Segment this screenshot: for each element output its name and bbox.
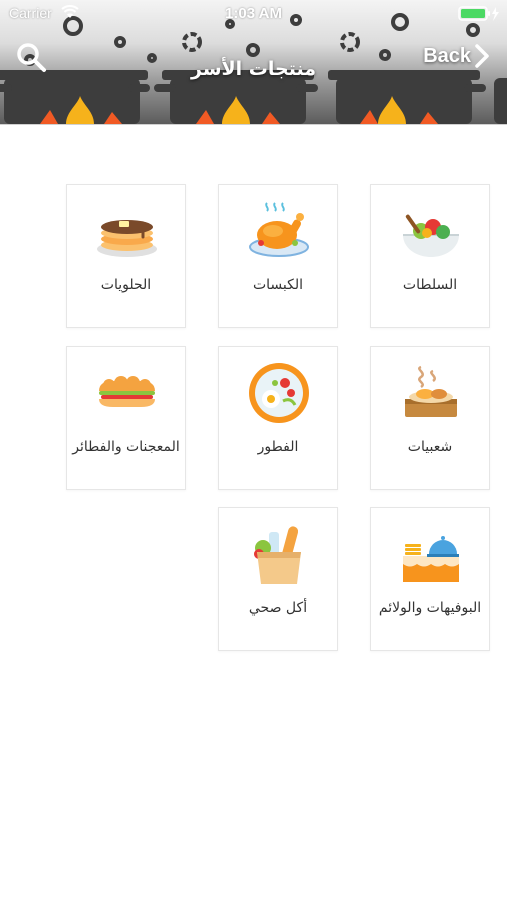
battery-icon	[458, 6, 499, 21]
back-label: Back	[423, 44, 471, 67]
roast-chicken-icon	[249, 202, 309, 257]
category-tile-kabsa[interactable]: الكبسات	[218, 184, 338, 328]
category-tile-salads[interactable]: السلطات	[370, 184, 490, 328]
category-tile-healthy-food[interactable]: أكل صحي	[218, 507, 338, 651]
chevron-right-icon	[475, 44, 489, 68]
status-time: 1:03 AM	[225, 5, 282, 22]
buffet-icon	[403, 536, 459, 582]
category-tile-pastries[interactable]: المعجنات والفطائر	[66, 346, 186, 490]
category-tile-desserts[interactable]: الحلويات	[66, 184, 186, 328]
category-label: الكبسات	[252, 277, 304, 293]
salad-bowl-icon	[403, 214, 459, 257]
sandwich-icon	[99, 376, 155, 407]
category-label: البوفيهات والولائم	[378, 600, 482, 616]
category-label: الحلويات	[100, 277, 152, 293]
back-button[interactable]: Back	[423, 44, 489, 68]
category-label: المعجنات والفطائر	[72, 439, 180, 455]
status-bar: Carrier 1:03 AM	[0, 0, 507, 28]
navigation-header: Carrier 1:03 AM منتجات الأسر Back	[0, 0, 507, 125]
category-label: أكل صحي	[248, 600, 308, 616]
category-label: شعبيات	[407, 439, 453, 455]
traditional-dish-icon	[405, 365, 457, 417]
breakfast-plate-icon	[249, 363, 309, 423]
pancakes-icon	[97, 220, 157, 257]
category-label: السلطات	[402, 277, 458, 293]
category-tile-breakfast[interactable]: الفطور	[218, 346, 338, 490]
category-tile-buffets[interactable]: البوفيهات والولائم	[370, 507, 490, 651]
grocery-bag-icon	[254, 526, 301, 584]
category-tile-popular[interactable]: شعبيات	[370, 346, 490, 490]
category-label: الفطور	[257, 439, 299, 455]
